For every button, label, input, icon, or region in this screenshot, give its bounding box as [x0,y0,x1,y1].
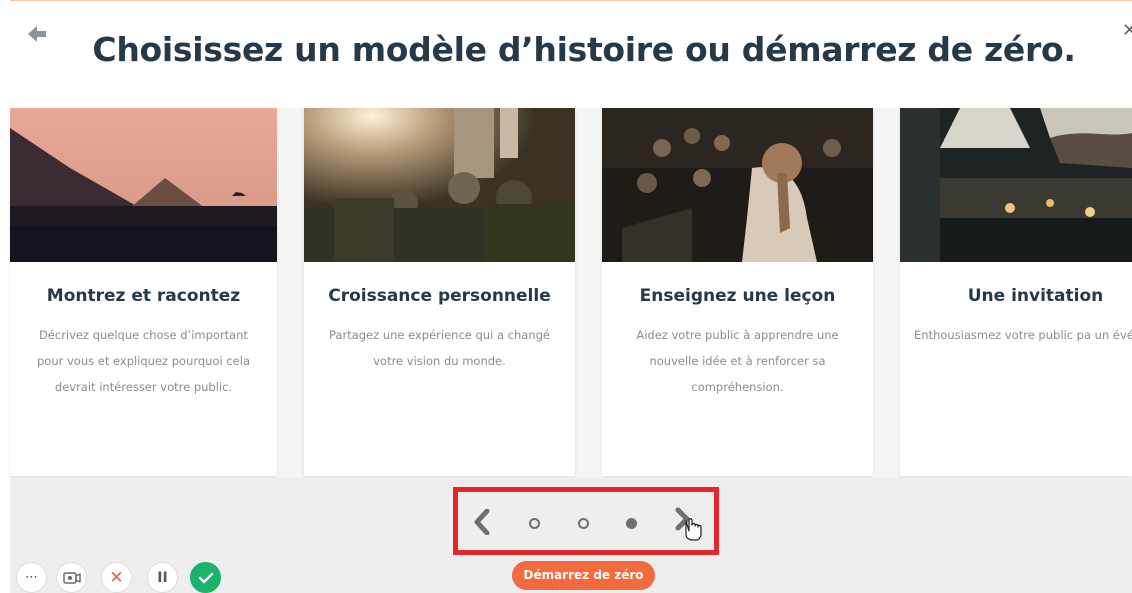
check-icon[interactable] [190,562,221,593]
card-description: Partagez une expérience qui a changé vot… [329,328,550,368]
cancel-recording-button[interactable]: ✕ [101,562,132,593]
carousel-pagination [458,492,714,550]
more-options-button[interactable]: ⋯ [16,562,47,593]
page-dot-1[interactable] [529,518,540,529]
card-description: Aidez votre public à apprendre une nouve… [636,328,839,394]
template-card-invitation[interactable]: Une invitation Enthousiasmez votre publi… [900,108,1132,476]
page-title: Choisissez un modèle d’histoire ou démar… [92,30,1076,69]
card-description: Enthousiasmez votre public pa un événeme… [914,328,1132,342]
chevron-right-icon[interactable] [674,507,702,541]
card-title: Enseignez une leçon [639,286,836,306]
dinner-party-photo [900,108,1132,262]
template-card-show-and-tell[interactable]: Montrez et racontez Décrivez quelque cho… [10,108,277,476]
card-title: Montrez et racontez [46,286,241,306]
template-card-personal-growth[interactable]: Croissance personnelle Partagez une expé… [304,108,575,476]
page-dot-2[interactable] [578,518,589,529]
page-dot-3[interactable] [626,518,637,529]
speaker-audience-photo [602,108,873,262]
pyramids-at-sunset-photo [10,108,277,262]
pause-button[interactable]: II [147,562,178,593]
template-card-teach-a-lesson[interactable]: Enseignez une leçon Aidez votre public à… [602,108,873,476]
template-picker-screen: ✕ Choisissez un modèle d’histoire ou dém… [0,0,1132,593]
card-title: Croissance personnelle [328,286,551,306]
festival-crowd-photo [304,108,575,262]
camera-icon[interactable] [56,562,87,593]
left-edge [0,0,10,593]
card-description: Décrivez quelque chose d’important pour … [36,328,250,394]
card-title: Une invitation [967,286,1104,306]
start-from-scratch-button[interactable]: Démarrez de zéro [512,561,655,590]
chevron-left-icon[interactable] [472,508,492,536]
